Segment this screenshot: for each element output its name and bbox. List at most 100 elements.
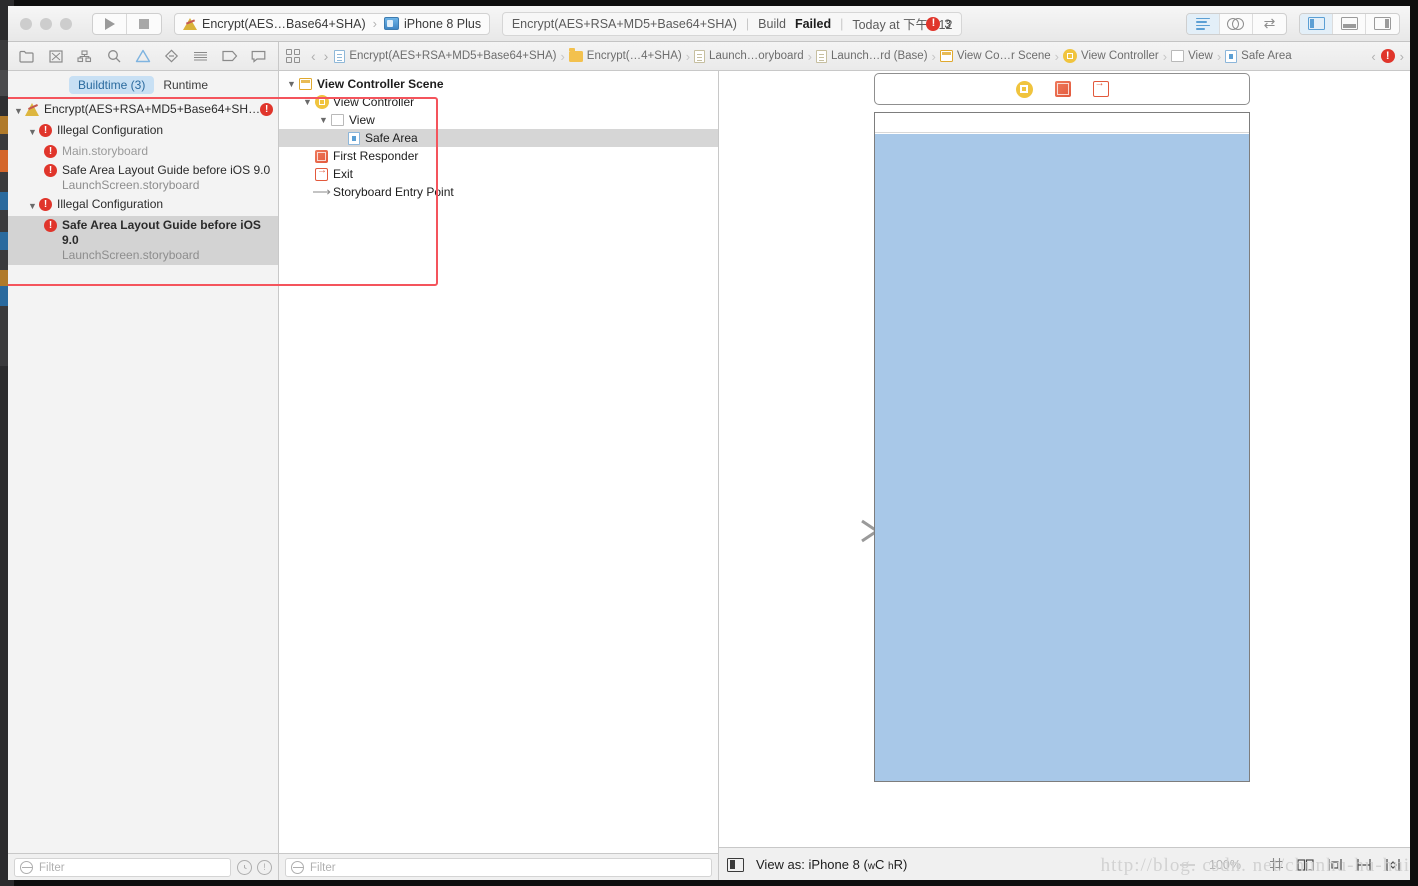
- issue-row-group[interactable]: ▼ ! Illegal Configuration: [8, 121, 278, 142]
- safe-area-fill[interactable]: [875, 134, 1249, 781]
- stop-button[interactable]: [127, 14, 161, 34]
- project-navigator-button[interactable]: [12, 42, 41, 70]
- jump-back-button[interactable]: ‹: [307, 48, 320, 64]
- zoom-level-label[interactable]: 100%: [1209, 858, 1241, 872]
- breadcrumb-item-2[interactable]: Launch…oryboard: [692, 49, 806, 63]
- assistant-editor-button[interactable]: [1220, 13, 1253, 34]
- previous-issue-button[interactable]: ‹: [1371, 49, 1375, 64]
- breakpoint-navigator-button[interactable]: [215, 42, 244, 70]
- scheme-selector[interactable]: Encrypt(AES…Base64+SHA) › iPhone 8 Plus: [174, 12, 491, 35]
- disclosure-triangle-icon[interactable]: ▼: [317, 115, 330, 125]
- pin-icon[interactable]: [1354, 856, 1373, 873]
- issue-row-item[interactable]: ! Main.storyboard: [8, 142, 278, 161]
- breadcrumb-item-6[interactable]: View: [1169, 50, 1215, 62]
- outline-label: First Responder: [333, 149, 419, 163]
- view-controller-canvas[interactable]: [874, 112, 1250, 782]
- activity-status-bar[interactable]: Encrypt(AES+RSA+MD5+Base64+SHA) | Build …: [502, 11, 963, 36]
- window-controls[interactable]: [20, 17, 72, 30]
- view-as-label[interactable]: View as: iPhone 8 (wC hR): [756, 857, 907, 872]
- issue-title: Illegal Configuration: [57, 123, 164, 137]
- view-as-prefix: View as: iPhone 8 (: [756, 857, 868, 872]
- issue-navigator-panel: Buildtime (3) Runtime ▼ Encrypt(AES+RSA+…: [8, 71, 438, 880]
- error-icon: !: [39, 198, 52, 211]
- run-button[interactable]: [93, 13, 127, 34]
- clock-hands-icon: [244, 865, 247, 870]
- view-controller-icon[interactable]: [1015, 80, 1033, 98]
- embed-in-icon[interactable]: [1296, 856, 1315, 873]
- outline-filter-bar: Filter: [279, 853, 718, 880]
- errors-only-icon[interactable]: !: [257, 860, 272, 875]
- resolve-issues-icon[interactable]: [1383, 856, 1402, 873]
- folder-icon: [19, 50, 34, 63]
- breadcrumb-item-4[interactable]: View Co…r Scene: [938, 50, 1053, 62]
- version-editor-button[interactable]: ⇄: [1253, 14, 1286, 34]
- error-icon: !: [44, 145, 57, 158]
- toggle-inspector-button[interactable]: [1366, 14, 1399, 34]
- minimize-button[interactable]: [40, 17, 52, 30]
- align-icon[interactable]: [1325, 856, 1344, 873]
- jump-bar: ‹ › Encrypt(AES+RSA+MD5+Base64+SHA) › En…: [279, 42, 1410, 70]
- exit-icon[interactable]: [1092, 78, 1109, 97]
- first-responder-icon[interactable]: [1054, 81, 1071, 97]
- zoom-button[interactable]: [60, 17, 72, 30]
- report-navigator-button[interactable]: [244, 42, 273, 70]
- disclosure-triangle-icon[interactable]: ▼: [12, 102, 25, 119]
- recent-issues-clock-icon[interactable]: [237, 860, 252, 875]
- jump-forward-button[interactable]: ›: [320, 48, 333, 64]
- find-navigator-button[interactable]: [99, 42, 128, 70]
- navigator-filter-bar: Filter !: [8, 853, 278, 880]
- outline-row-exit[interactable]: ▸ Exit: [279, 165, 718, 183]
- source-control-navigator-button[interactable]: [41, 42, 70, 70]
- file-grey-icon: [694, 49, 706, 63]
- issue-title: Encrypt(AES+RSA+MD5+Base64+SH…: [44, 102, 261, 116]
- version-editor-icon: ⇄: [1263, 15, 1276, 31]
- breadcrumb-item-1[interactable]: Encrypt(…4+SHA): [567, 47, 684, 62]
- outline-row-safe-area[interactable]: ▸ Safe Area: [279, 129, 718, 147]
- close-button[interactable]: [20, 17, 32, 30]
- disclosure-triangle-icon[interactable]: ▼: [26, 197, 39, 214]
- outline-label: Safe Area: [365, 131, 418, 145]
- breadcrumb-item-5[interactable]: View Controller: [1061, 49, 1161, 63]
- next-issue-button[interactable]: ›: [1400, 49, 1404, 64]
- disclosure-triangle-icon[interactable]: ▼: [26, 123, 39, 140]
- filter-icon: [291, 861, 304, 874]
- test-navigator-button[interactable]: [157, 42, 186, 70]
- issue-title: Main.storyboard: [62, 144, 149, 158]
- breadcrumb-item-3[interactable]: Launch…rd (Base): [814, 49, 930, 63]
- outline-row-first-responder[interactable]: ▸ First Responder: [279, 147, 718, 165]
- speech-bubble-icon: [251, 50, 266, 63]
- issue-row-project[interactable]: ▼ Encrypt(AES+RSA+MD5+Base64+SH… !: [8, 100, 278, 121]
- disclosure-triangle-icon[interactable]: ▼: [285, 79, 298, 89]
- toggle-navigator-button[interactable]: [1300, 13, 1333, 34]
- outline-row-view-controller[interactable]: ▼ View Controller: [279, 93, 718, 111]
- outline-row-view[interactable]: ▼ View: [279, 111, 718, 129]
- storyboard-canvas[interactable]: [719, 71, 1410, 847]
- update-frames-icon[interactable]: [1267, 856, 1286, 873]
- toggle-debug-button[interactable]: [1333, 13, 1366, 34]
- breadcrumb-item-0[interactable]: Encrypt(AES+RSA+MD5+Base64+SHA): [332, 49, 558, 63]
- status-separator-2: |: [840, 16, 844, 31]
- jump-bar-error-icon[interactable]: !: [1380, 49, 1395, 63]
- zoom-out-button[interactable]: —: [1180, 856, 1195, 873]
- breadcrumb-item-7[interactable]: Safe Area: [1223, 49, 1294, 63]
- outline-filter-input[interactable]: Filter: [285, 858, 712, 877]
- error-count-badge[interactable]: ! 3: [926, 16, 951, 31]
- interface-builder-canvas-panel: View as: iPhone 8 (wC hR) — 100%: [719, 71, 1410, 880]
- toggle-document-outline-button[interactable]: [727, 857, 744, 872]
- disclosure-triangle-icon[interactable]: ▼: [301, 97, 314, 107]
- standard-editor-button[interactable]: [1187, 13, 1220, 34]
- outline-row-entry-point[interactable]: ▸ ⟶ Storyboard Entry Point: [279, 183, 718, 201]
- outline-row-scene[interactable]: ▼ View Controller Scene: [279, 75, 718, 93]
- runtime-tab[interactable]: Runtime: [154, 76, 217, 94]
- issue-navigator-button[interactable]: [128, 42, 157, 70]
- issue-row-group[interactable]: ▼ ! Illegal Configuration: [8, 195, 278, 216]
- related-items-icon[interactable]: [286, 49, 300, 63]
- issue-filter-input[interactable]: Filter: [14, 858, 231, 877]
- debug-navigator-button[interactable]: [186, 42, 215, 70]
- breadcrumb-label-1: Encrypt(…4+SHA): [586, 50, 682, 62]
- symbol-navigator-button[interactable]: [70, 42, 99, 70]
- breadcrumb-label-5: View Controller: [1080, 50, 1159, 62]
- issue-row-item-selected[interactable]: ! Safe Area Layout Guide before iOS 9.0 …: [8, 216, 278, 265]
- buildtime-tab[interactable]: Buildtime (3): [68, 75, 155, 94]
- issue-row-item[interactable]: ! Safe Area Layout Guide before iOS 9.0 …: [8, 161, 278, 195]
